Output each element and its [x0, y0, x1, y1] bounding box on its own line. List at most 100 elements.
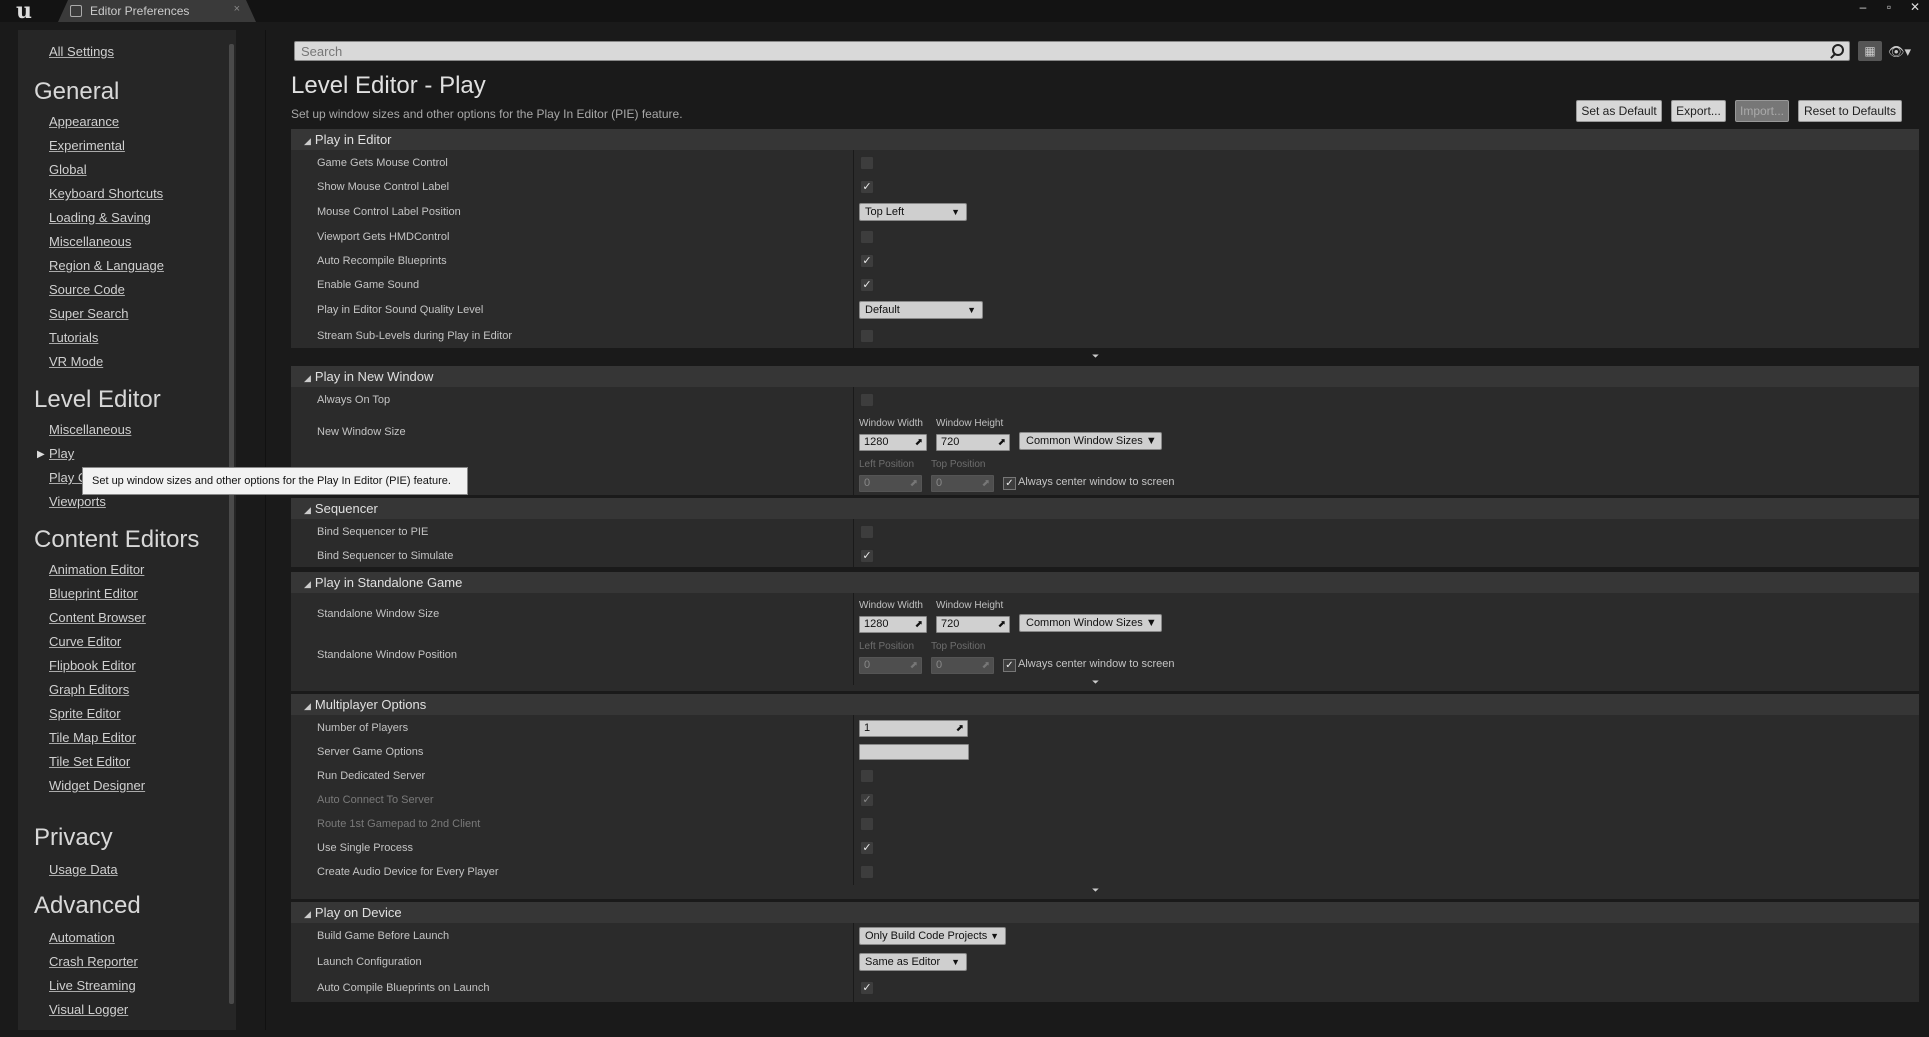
nav-graph-editors[interactable]: Graph Editors	[49, 682, 129, 697]
export-button[interactable]: Export...	[1671, 100, 1726, 122]
nav-play[interactable]: Play	[49, 446, 74, 461]
minimize-button[interactable]: –	[1855, 0, 1871, 14]
nav-automation[interactable]: Automation	[49, 930, 115, 945]
nav-visual-logger[interactable]: Visual Logger	[49, 1002, 128, 1017]
column-splitter[interactable]	[853, 923, 854, 1002]
maximize-button[interactable]: ▫	[1881, 0, 1897, 14]
input-server-game-options[interactable]	[859, 744, 969, 760]
nav-flipbook-editor[interactable]: Flipbook Editor	[49, 658, 136, 673]
nav-all-settings[interactable]: All Settings	[49, 44, 114, 59]
label-route-gamepad: Route 1st Gamepad to 2nd Client	[317, 818, 481, 830]
nav-keyboard-shortcuts[interactable]: Keyboard Shortcuts	[49, 186, 163, 201]
input-window-height[interactable]: 720 ⬈	[936, 434, 1010, 451]
search-input[interactable]	[295, 42, 1849, 60]
set-as-default-button[interactable]: Set as Default	[1576, 100, 1662, 122]
input-top-position[interactable]: 0 ⬈	[931, 475, 994, 492]
search-icon[interactable]	[1832, 44, 1844, 56]
checkbox-use-single-process[interactable]: ✓	[860, 841, 874, 855]
checkbox-show-mouse-label[interactable]: ✓	[860, 180, 874, 194]
nav-super-search[interactable]: Super Search	[49, 306, 129, 321]
column-splitter[interactable]	[853, 593, 854, 685]
checkbox-always-on-top[interactable]	[860, 393, 874, 407]
nav-content-browser[interactable]: Content Browser	[49, 610, 146, 625]
nav-experimental[interactable]: Experimental	[49, 138, 125, 153]
nav-source-code[interactable]: Source Code	[49, 282, 125, 297]
nav-tutorials[interactable]: Tutorials	[49, 330, 98, 345]
checkbox-bind-sequencer-simulate[interactable]: ✓	[860, 549, 874, 563]
checkbox-auto-recompile[interactable]: ✓	[860, 254, 874, 268]
section-sequencer[interactable]: ◢ Sequencer	[291, 498, 1919, 519]
nav-tile-map-editor[interactable]: Tile Map Editor	[49, 730, 136, 745]
collapse-arrow-icon: ◢	[304, 373, 311, 383]
checkbox-enable-game-sound[interactable]: ✓	[860, 278, 874, 292]
close-window-button[interactable]: ✕	[1907, 0, 1923, 14]
visibility-options-icon[interactable]: 👁▾	[1888, 44, 1911, 60]
section-play-in-new-window[interactable]: ◢ Play in New Window	[291, 366, 1919, 387]
dropdown-launch-configuration[interactable]: Same as Editor ▼	[859, 953, 967, 971]
nav-sprite-editor[interactable]: Sprite Editor	[49, 706, 121, 721]
table-view-button[interactable]: ▦	[1858, 41, 1882, 61]
nav-usage-data[interactable]: Usage Data	[49, 862, 118, 877]
nav-widget-designer[interactable]: Widget Designer	[49, 778, 145, 793]
checkbox-game-gets-mouse[interactable]	[860, 156, 874, 170]
nav-miscellaneous-general[interactable]: Miscellaneous	[49, 234, 131, 249]
nav-tile-set-editor[interactable]: Tile Set Editor	[49, 754, 130, 769]
column-splitter[interactable]	[853, 150, 854, 348]
nav-loading-saving[interactable]: Loading & Saving	[49, 210, 151, 225]
section-play-on-device[interactable]: ◢ Play on Device	[291, 902, 1919, 923]
nav-appearance[interactable]: Appearance	[49, 114, 119, 129]
nav-global[interactable]: Global	[49, 162, 87, 177]
checkbox-always-center-standalone[interactable]: ✓	[1003, 659, 1016, 672]
nav-heading-level-editor: Level Editor	[34, 386, 161, 413]
column-splitter[interactable]	[853, 715, 854, 885]
dropdown-build-game[interactable]: Only Build Code Projects ▼	[859, 927, 1006, 945]
nav-vr-mode[interactable]: VR Mode	[49, 354, 103, 369]
label-create-audio-device: Create Audio Device for Every Player	[317, 866, 499, 878]
checkbox-route-gamepad[interactable]	[860, 817, 874, 831]
nav-blueprint-editor[interactable]: Blueprint Editor	[49, 586, 138, 601]
reset-to-defaults-button[interactable]: Reset to Defaults	[1798, 100, 1902, 122]
advanced-expand-icon[interactable]: ⏷	[1092, 885, 1099, 896]
common-window-sizes-button[interactable]: Common Window Sizes ▼	[1019, 614, 1162, 632]
nav-region-language[interactable]: Region & Language	[49, 258, 164, 273]
input-left-position[interactable]: 0 ⬈	[859, 475, 922, 492]
checkbox-always-center[interactable]: ✓	[1003, 477, 1016, 490]
sidebar-scrollbar[interactable]	[229, 44, 234, 1004]
section-play-in-editor[interactable]: ◢ Play in Editor	[291, 129, 1919, 150]
dropdown-value: Only Build Code Projects	[865, 930, 988, 942]
nav-animation-editor[interactable]: Animation Editor	[49, 562, 144, 577]
checkbox-run-dedicated-server[interactable]	[860, 769, 874, 783]
advanced-expand-icon[interactable]: ⏷	[1092, 677, 1099, 688]
column-splitter[interactable]	[853, 387, 854, 495]
checkbox-bind-sequencer-pie[interactable]	[860, 525, 874, 539]
tab-close-icon[interactable]: ×	[234, 3, 240, 15]
checkbox-viewport-hmd[interactable]	[860, 230, 874, 244]
dropdown-sound-quality[interactable]: Default ▼	[859, 301, 983, 319]
column-splitter[interactable]	[853, 519, 854, 567]
nav-viewports[interactable]: Viewports	[49, 494, 106, 509]
section-standalone[interactable]: ◢ Play in Standalone Game	[291, 572, 1919, 593]
import-button[interactable]: Import...	[1735, 100, 1789, 122]
checkbox-auto-compile-blueprints[interactable]: ✓	[860, 981, 874, 995]
nav-curve-editor[interactable]: Curve Editor	[49, 634, 121, 649]
collapse-arrow-icon: ◢	[304, 579, 311, 589]
label-viewport-hmd: Viewport Gets HMDControl	[317, 231, 450, 243]
input-standalone-width[interactable]: 1280 ⬈	[859, 616, 927, 633]
section-multiplayer[interactable]: ◢ Multiplayer Options	[291, 694, 1919, 715]
nav-miscellaneous-level[interactable]: Miscellaneous	[49, 422, 131, 437]
input-standalone-height[interactable]: 720 ⬈	[936, 616, 1010, 633]
advanced-expand-icon[interactable]: ⏷	[1092, 351, 1099, 362]
input-standalone-top[interactable]: 0 ⬈	[931, 657, 994, 674]
nav-live-streaming[interactable]: Live Streaming	[49, 978, 136, 993]
checkbox-auto-connect[interactable]: ✓	[860, 793, 874, 807]
checkbox-stream-sublevels[interactable]	[860, 329, 874, 343]
button-label: Common Window Sizes	[1026, 435, 1143, 447]
nav-crash-reporter[interactable]: Crash Reporter	[49, 954, 138, 969]
input-number-of-players[interactable]: 1 ⬈	[859, 720, 968, 737]
input-standalone-left[interactable]: 0 ⬈	[859, 657, 922, 674]
checkbox-create-audio-device[interactable]	[860, 865, 874, 879]
tab-editor-preferences[interactable]: Editor Preferences ×	[58, 0, 256, 22]
dropdown-mouse-label-position[interactable]: Top Left ▼	[859, 203, 967, 221]
common-window-sizes-button[interactable]: Common Window Sizes ▼	[1019, 432, 1162, 450]
input-window-width[interactable]: 1280 ⬈	[859, 434, 927, 451]
